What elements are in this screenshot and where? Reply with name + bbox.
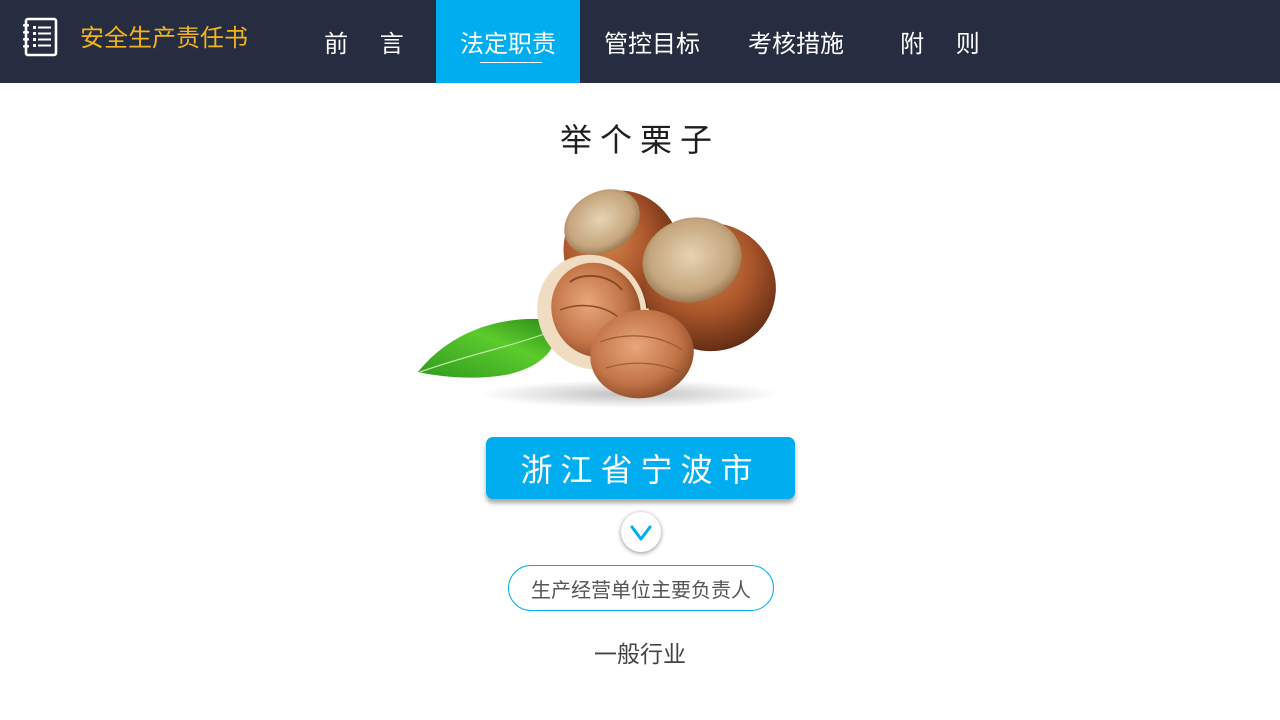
section-title: 举个栗子: [559, 121, 720, 159]
top-navigation-bar: 安全生产责任书 前 言 法定职责 管控目标 考核措施 附 则: [0, 0, 1280, 83]
tab-control-targets[interactable]: 管控目标: [580, 0, 724, 83]
tab-label: 附 则: [900, 30, 992, 58]
tab-label: 考核措施: [748, 30, 844, 58]
tab-preface[interactable]: 前 言: [292, 0, 436, 83]
tab-label: 管控目标: [604, 30, 700, 58]
industry-label: 一般行业: [594, 642, 686, 668]
city-select-button[interactable]: 浙江省宁波市: [486, 437, 795, 499]
chevron-down-icon: [630, 525, 652, 541]
role-badge[interactable]: 生产经营单位主要负责人: [508, 565, 774, 611]
app-title: 安全生产责任书: [80, 24, 248, 52]
tab-label: 前 言: [324, 30, 416, 58]
expand-button[interactable]: [621, 512, 661, 552]
tab-label: 法定职责: [460, 24, 556, 63]
tab-assessment-measures[interactable]: 考核措施: [724, 0, 868, 83]
hazelnuts-image: [418, 189, 780, 408]
tab-appendix[interactable]: 附 则: [868, 0, 1012, 83]
tab-legal-duties[interactable]: 法定职责: [436, 0, 580, 83]
notebook-icon: [23, 17, 58, 57]
